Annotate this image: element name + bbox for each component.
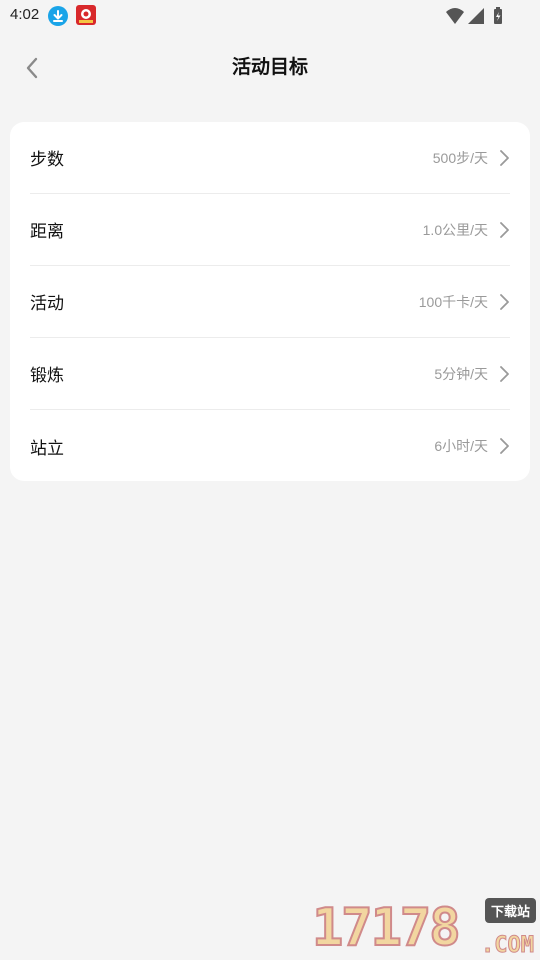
goal-row-exercise[interactable]: 锻炼 5分钟/天	[10, 338, 530, 410]
goal-value: 6小时/天	[434, 438, 488, 454]
download-icon	[48, 6, 68, 26]
goal-value: 100千卡/天	[418, 293, 488, 310]
goal-row-distance[interactable]: 距离 1.0公里/天	[10, 194, 530, 266]
status-time: 4:02	[10, 6, 40, 23]
chevron-right-icon	[500, 438, 509, 454]
status-right-icons	[446, 7, 506, 25]
status-bar: 4:02	[0, 0, 540, 32]
goal-value: 5分钟/天	[434, 365, 488, 382]
watermark-badge: 下载站	[484, 898, 536, 923]
goal-label: 站立	[30, 438, 64, 459]
goal-value: 500步/天	[432, 149, 488, 166]
chevron-right-icon	[500, 293, 509, 310]
battery-icon	[494, 7, 502, 24]
goal-label: 步数	[30, 150, 64, 170]
chevron-right-icon	[500, 365, 509, 382]
header: 活动目标	[0, 36, 540, 96]
goal-row-steps[interactable]: 步数 500步/天	[10, 122, 530, 194]
app-notification-icon	[76, 5, 96, 25]
goal-value: 1.0公里/天	[422, 221, 488, 238]
goals-card: 步数 500步/天 距离 1.0公里/天 活动 100千卡/天 锻炼 5分钟/天	[10, 122, 530, 481]
goal-label: 距离	[30, 222, 64, 242]
goal-row-activity[interactable]: 活动 100千卡/天	[10, 266, 530, 338]
chevron-right-icon	[500, 149, 509, 166]
wifi-icon	[446, 8, 464, 24]
page-title: 活动目标	[231, 56, 308, 78]
goal-row-stand[interactable]: 站立 6小时/天	[10, 410, 530, 481]
watermark-digits: 17178	[311, 897, 462, 959]
watermark-suffix: .COM	[481, 933, 535, 959]
chevron-right-icon	[500, 221, 509, 238]
goal-label: 活动	[30, 294, 64, 314]
watermark-logo: 17178 下载站 .COM	[311, 894, 540, 960]
goal-label: 锻炼	[30, 366, 64, 386]
signal-icon	[468, 8, 484, 24]
